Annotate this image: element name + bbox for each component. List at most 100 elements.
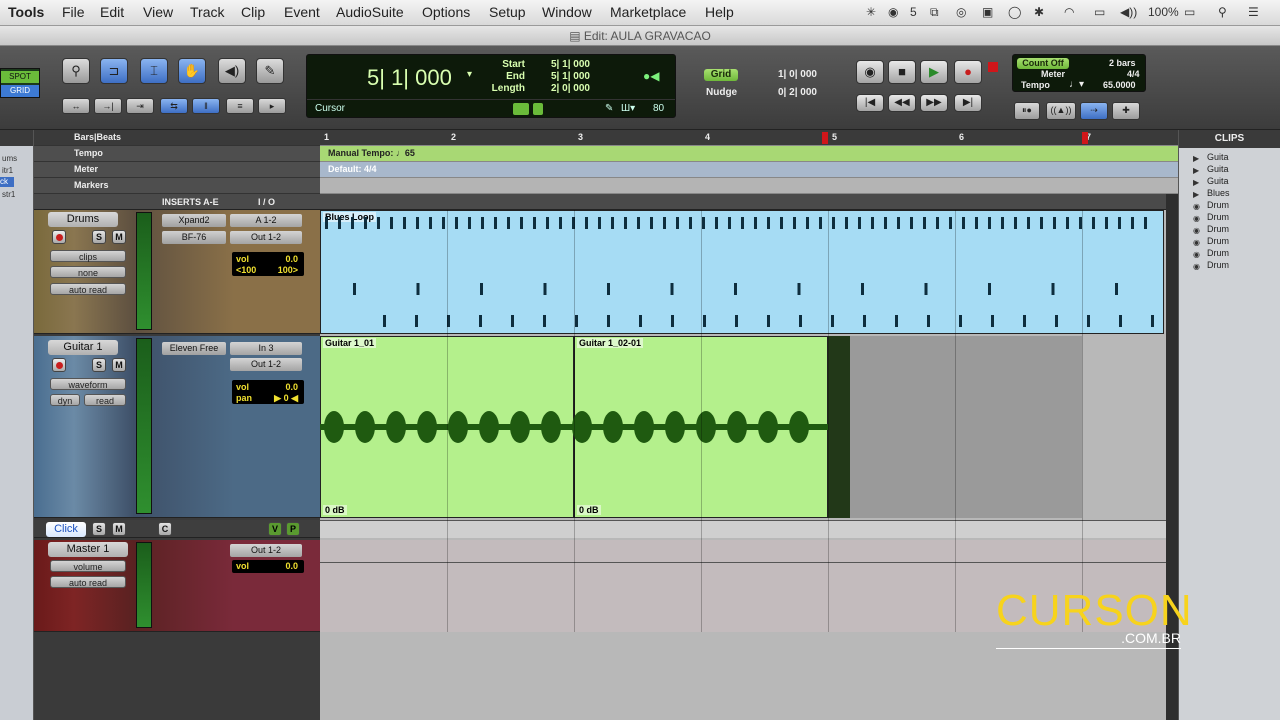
notifications-icon[interactable]: ☰	[1248, 5, 1259, 19]
menu-clip[interactable]: Clip	[241, 4, 265, 20]
ruler-tempo[interactable]: Tempo	[34, 146, 320, 162]
spotlight-icon[interactable]: ⚲	[1218, 5, 1227, 19]
solo-button[interactable]: S	[92, 230, 106, 244]
inserts-header[interactable]: INSERTS A-E	[162, 197, 219, 207]
bars-lane[interactable]: 1 2 3 4 5 6 7	[320, 130, 1178, 146]
rewind-button[interactable]: ◀◀	[888, 94, 916, 112]
track-view-selector[interactable]: volume	[50, 560, 126, 572]
spot-button[interactable]: ⇥	[126, 98, 154, 114]
clip-list-item[interactable]: Blues	[1207, 188, 1230, 198]
mute-button[interactable]: M	[112, 230, 126, 244]
pencil-tool-button[interactable]: ✎	[256, 58, 284, 84]
track-view-selector[interactable]: clips	[50, 250, 126, 262]
clip-list-item[interactable]: Drum	[1207, 212, 1229, 222]
track-list-item[interactable]: ums	[2, 154, 17, 163]
record-enable-button[interactable]	[52, 358, 66, 372]
clips-list-title[interactable]: CLIPS	[1179, 130, 1280, 148]
track-subview-selector[interactable]: none	[50, 266, 126, 278]
midi-merge-button[interactable]: ⇢	[1080, 102, 1108, 120]
menu-view[interactable]: View	[143, 4, 173, 20]
mute-button[interactable]: M	[112, 522, 126, 536]
insert-slot-a[interactable]: Xpand2	[162, 214, 226, 227]
zoom-tool-button[interactable]: ⚲	[62, 58, 90, 84]
track-list-item[interactable]: str1	[2, 190, 15, 199]
sync-icon[interactable]: ◉	[888, 5, 898, 19]
fast-forward-button[interactable]: ▶▶	[920, 94, 948, 112]
link-timeline-icon[interactable]: ●◀	[643, 69, 659, 83]
bluetooth-icon[interactable]: ✱	[1034, 5, 1044, 19]
track-name-click[interactable]: Click	[46, 522, 86, 537]
clip-list-item[interactable]: Drum	[1207, 248, 1229, 258]
input-selector[interactable]: A 1-2	[230, 214, 302, 227]
counter-dropdown-icon[interactable]: ▾	[467, 69, 472, 80]
io-header[interactable]: I / O	[258, 197, 275, 207]
shuffle-button[interactable]: ↔	[62, 98, 90, 114]
count-off-button[interactable]: Count Off	[1017, 58, 1069, 69]
selector-tool-button[interactable]: ⌶	[140, 58, 168, 84]
track-header-master[interactable]: Master 1 volume auto read Out 1-2 vol 0.…	[34, 540, 320, 632]
clip-list-item[interactable]: Drum	[1207, 224, 1229, 234]
length-value[interactable]: 2| 0| 000	[551, 83, 590, 94]
battery-icon[interactable]: ▭	[1184, 5, 1195, 19]
track-name-drums[interactable]: Drums	[48, 212, 118, 227]
lock-icon[interactable]	[533, 103, 543, 115]
menu-track[interactable]: Track	[190, 4, 224, 20]
clip-list-item[interactable]: Drum	[1207, 200, 1229, 210]
automation-mode-selector[interactable]: auto read	[50, 576, 126, 588]
output-selector[interactable]: Out 1-2	[230, 358, 302, 371]
wait-for-note-button[interactable]: ⏸●	[1014, 102, 1040, 120]
grid-lines-icon[interactable]: Ш▾	[621, 103, 635, 114]
mute-button[interactable]: M	[112, 358, 126, 372]
menu-event[interactable]: Event	[284, 4, 320, 20]
main-counter[interactable]: 5| 1| 000	[367, 65, 452, 91]
end-value[interactable]: 5| 1| 000	[551, 71, 590, 82]
grid-value[interactable]: 1| 0| 000	[778, 69, 817, 80]
conductor-button[interactable]: ✚	[1112, 102, 1140, 120]
ruler-meter[interactable]: Meter	[34, 162, 320, 178]
mirror-midi-button[interactable]: ▸	[258, 98, 286, 114]
tempo-note-icon[interactable]: ♩▾	[1069, 79, 1084, 90]
volume-pan-display[interactable]: vol 0.0 pan ▶ 0 ◀	[232, 380, 304, 404]
metronome-button[interactable]: ((▲))	[1046, 102, 1076, 120]
volume-icon[interactable]: ◀))	[1120, 5, 1137, 19]
expand-icon[interactable]: ▶	[1193, 178, 1199, 187]
tempo-value[interactable]: 65.0000	[1103, 80, 1136, 90]
wifi-icon[interactable]: ◠	[1064, 5, 1074, 19]
insert-button[interactable]: C	[158, 522, 172, 536]
display-icon[interactable]: ▣	[982, 5, 993, 19]
menu-file[interactable]: File	[62, 4, 85, 20]
selection-end-marker[interactable]	[1082, 132, 1088, 144]
clip-list-item[interactable]: Drum	[1207, 260, 1229, 270]
track-view-selector[interactable]: waveform	[50, 378, 126, 390]
track-header-guitar[interactable]: Guitar 1 S M waveform dyn read Eleven Fr…	[34, 336, 320, 518]
selection-start-marker[interactable]	[822, 132, 828, 144]
empty-playlist-region[interactable]	[850, 336, 1082, 518]
grid-mode-button[interactable]: GRID	[1, 85, 39, 97]
expand-icon[interactable]: ▶	[1193, 154, 1199, 163]
ruler-bars-beats[interactable]: Bars|Beats	[34, 130, 320, 146]
track-list-item-selected[interactable]: ck	[0, 177, 14, 187]
grid-label[interactable]: Grid	[704, 69, 738, 81]
clip-list-item[interactable]: Guita	[1207, 176, 1229, 186]
clip-list-item[interactable]: Drum	[1207, 236, 1229, 246]
meter-lane[interactable]: Default: 4/4	[320, 162, 1178, 178]
meter-value[interactable]: 4/4	[1127, 69, 1140, 79]
track-list-item[interactable]: itr1	[2, 166, 13, 175]
input-selector[interactable]: In 3	[230, 342, 302, 355]
volume-pan-display[interactable]: vol 0.0 <100 100>	[232, 252, 304, 276]
pencil-mode-icon[interactable]: ✎	[605, 103, 613, 114]
online-button[interactable]: ◉	[856, 60, 884, 84]
expand-icon[interactable]: ▶	[1193, 190, 1199, 199]
loop-icon[interactable]	[513, 103, 529, 115]
dropbox-icon[interactable]: ⧉	[930, 5, 939, 20]
link-button[interactable]: ‖	[192, 98, 220, 114]
track-header-drums[interactable]: Drums S M clips none auto read Xpand2 BF…	[34, 210, 320, 334]
insert-slot-a[interactable]: Eleven Free	[162, 342, 226, 355]
output-selector[interactable]: Out 1-2	[230, 544, 302, 557]
record-button[interactable]: ●	[954, 60, 982, 84]
spot-mode-button[interactable]: SPOT	[1, 71, 39, 83]
menu-help[interactable]: Help	[705, 4, 734, 20]
voice-button[interactable]: V	[268, 522, 282, 536]
clip-list-item[interactable]: Guita	[1207, 164, 1229, 174]
end-button[interactable]: ▶|	[954, 94, 982, 112]
